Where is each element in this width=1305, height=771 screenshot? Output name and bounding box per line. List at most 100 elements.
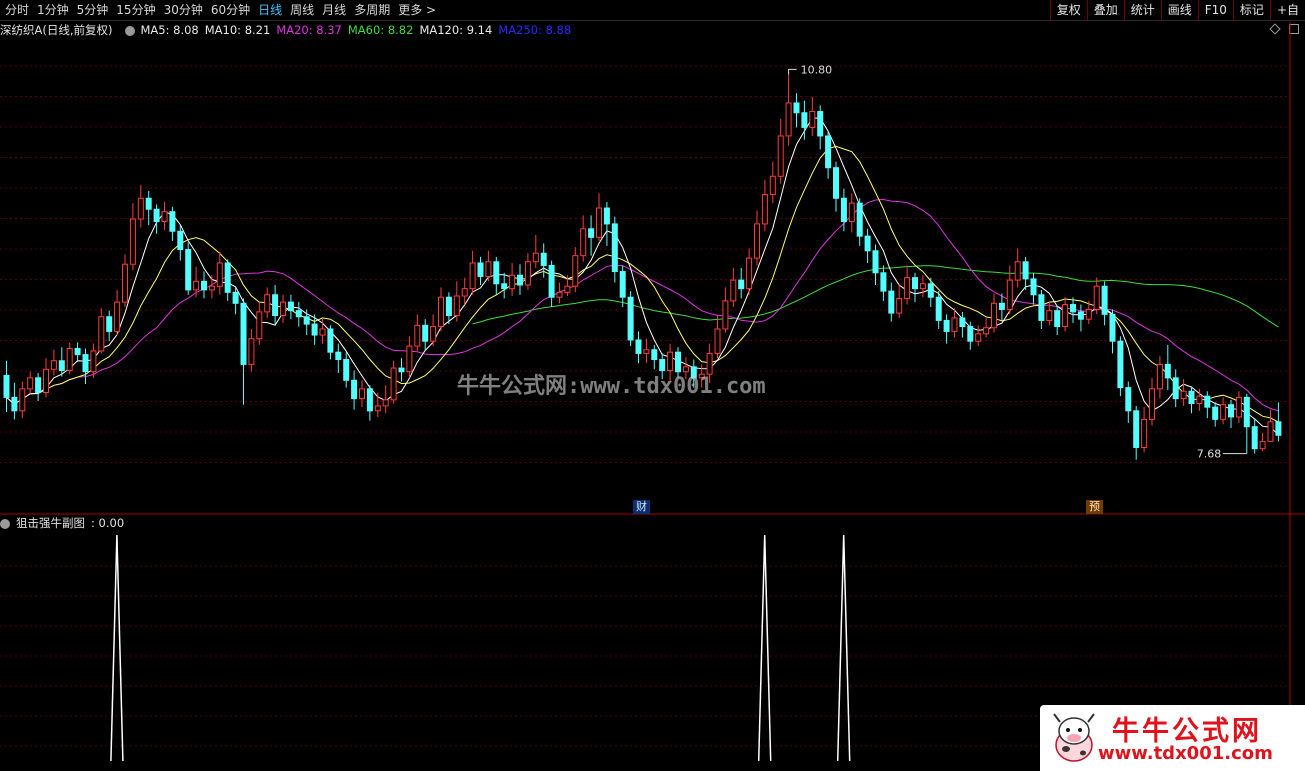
candle-body (1125, 387, 1132, 412)
period-tab-0[interactable]: 分时 (2, 2, 34, 19)
candle-body (145, 197, 152, 210)
candle-body (564, 285, 571, 293)
sub-chart-title: 狙击强牛副图 (16, 516, 85, 530)
candle-body (1156, 363, 1163, 390)
tool-button-2[interactable]: 统计 (1123, 0, 1161, 21)
period-tab-10[interactable]: 更多 > (395, 2, 441, 19)
candle-body (461, 288, 468, 297)
signal-spike (757, 534, 772, 762)
period-tab-9[interactable]: 多周期 (351, 2, 395, 19)
candle-body (1070, 304, 1076, 313)
candle-body (224, 262, 231, 293)
candle-body (232, 291, 239, 304)
candle-body (27, 377, 34, 390)
candle-body (311, 323, 318, 336)
candle-body (1204, 395, 1211, 408)
candle-body (517, 274, 523, 286)
candle-body (833, 167, 839, 199)
candle-body (769, 175, 776, 196)
high-marker (788, 68, 797, 75)
candle-body (809, 111, 816, 128)
candle-body (1014, 261, 1021, 281)
candle-body (98, 316, 105, 352)
sub-chart-toggle-icon[interactable] (0, 519, 10, 529)
candle-body (817, 111, 824, 137)
candle-body (888, 290, 895, 314)
candle-body (785, 102, 792, 137)
candle-body (596, 207, 602, 238)
candle-body (793, 102, 800, 114)
candle-body (303, 316, 310, 325)
candle-body (967, 326, 974, 342)
candle-body (872, 250, 879, 274)
period-tab-2[interactable]: 5分钟 (74, 2, 114, 19)
candle-body (74, 348, 81, 356)
tool-button-0[interactable]: 复权 (1049, 0, 1087, 21)
candle-body (840, 197, 847, 222)
candle-body (501, 283, 508, 290)
candle-body (106, 316, 113, 332)
candle-body (777, 135, 784, 177)
period-tab-7[interactable]: 周线 (287, 2, 319, 19)
candle-body (991, 302, 997, 329)
candle-body (256, 311, 263, 340)
candle-body (114, 301, 121, 332)
candle-body (1228, 404, 1234, 418)
candle-body (975, 333, 982, 342)
candle-body (1220, 404, 1227, 420)
candle-body (714, 328, 721, 354)
candle-body (201, 280, 207, 291)
candle-body (1030, 278, 1037, 296)
candle-body (651, 349, 658, 361)
candle-body (1141, 418, 1148, 448)
tool-button-5[interactable]: 标记 (1232, 0, 1270, 21)
candle-body (1077, 311, 1084, 320)
candle-body (588, 228, 595, 238)
period-tab-8[interactable]: 月线 (319, 2, 351, 19)
tool-button-1[interactable]: 叠加 (1086, 0, 1124, 21)
finance-event-badge[interactable]: 财 (633, 500, 650, 514)
tool-button-6[interactable]: +自 (1269, 0, 1305, 21)
candle-body (754, 223, 760, 259)
candle-body (1267, 421, 1274, 442)
tool-button-3[interactable]: 画线 (1160, 0, 1198, 21)
candle-body (730, 279, 737, 302)
candle-body (477, 262, 484, 277)
candle-body (856, 202, 863, 237)
candle-body (137, 197, 144, 220)
candle-body (524, 261, 531, 286)
signal-spike (110, 534, 124, 762)
candle-body (904, 277, 911, 299)
candle-body (1188, 390, 1195, 404)
candle-body (493, 261, 500, 285)
candle-body (398, 367, 405, 373)
candle-body (1054, 310, 1061, 328)
period-tab-5[interactable]: 60分钟 (208, 2, 255, 19)
candle-body (272, 294, 279, 317)
candle-body (11, 396, 18, 412)
candle-body (430, 326, 437, 342)
candle-body (208, 285, 215, 291)
high-price-label: 10.80 (801, 63, 833, 76)
period-tab-6[interactable]: 日线 (255, 2, 287, 19)
period-tab-1[interactable]: 1分钟 (34, 2, 74, 19)
candle-body (216, 262, 223, 287)
candle-body (382, 399, 389, 407)
candle-body (919, 283, 926, 290)
candle-body (848, 202, 855, 222)
candle-body (509, 274, 516, 290)
period-tab-3[interactable]: 15分钟 (113, 2, 160, 19)
candle-body (896, 297, 903, 314)
watermark-text: 牛牛公式网:www.tdx001.com (457, 374, 766, 399)
candle-body (185, 249, 192, 291)
candle-body (3, 374, 10, 398)
candle-body (619, 271, 626, 298)
candle-body (406, 345, 413, 373)
period-tab-4[interactable]: 30分钟 (161, 2, 208, 19)
candle-body (801, 112, 808, 128)
candle-body (1180, 390, 1187, 400)
candle-body (912, 277, 918, 290)
candle-body (722, 300, 729, 330)
forecast-event-badge[interactable]: 预 (1086, 500, 1103, 514)
tool-button-4[interactable]: F10 (1197, 0, 1233, 21)
